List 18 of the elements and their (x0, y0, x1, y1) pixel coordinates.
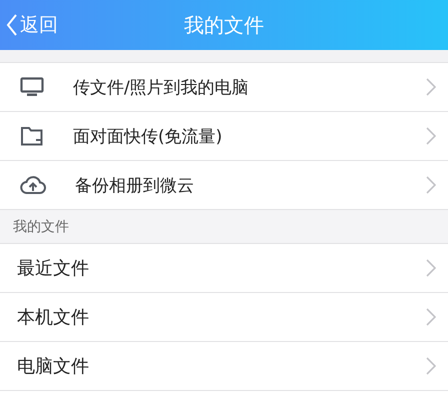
list-item[interactable]: 最近文件 (0, 244, 448, 292)
page-title: 我的文件 (184, 12, 264, 36)
chevron-right-icon (426, 357, 436, 375)
chevron-right-icon (426, 259, 436, 277)
folder-icon (20, 126, 44, 146)
back-chevron-icon (6, 13, 18, 37)
list-item[interactable]: 传文件/照片到我的电脑 (0, 63, 448, 111)
list-item[interactable]: 备份相册到微云 (0, 161, 448, 209)
list-item[interactable]: 电脑文件 (0, 342, 448, 390)
list-item[interactable]: 面对面快传(免流量) (0, 112, 448, 160)
monitor-icon (20, 77, 44, 97)
chevron-right-icon (426, 127, 436, 145)
chevron-right-icon (426, 308, 436, 326)
cloud-upload-icon (20, 175, 46, 195)
chevron-right-icon (426, 78, 436, 96)
list-item[interactable]: 本机文件 (0, 293, 448, 341)
section-title: 我的文件 (13, 218, 69, 236)
chevron-right-icon (426, 176, 436, 194)
